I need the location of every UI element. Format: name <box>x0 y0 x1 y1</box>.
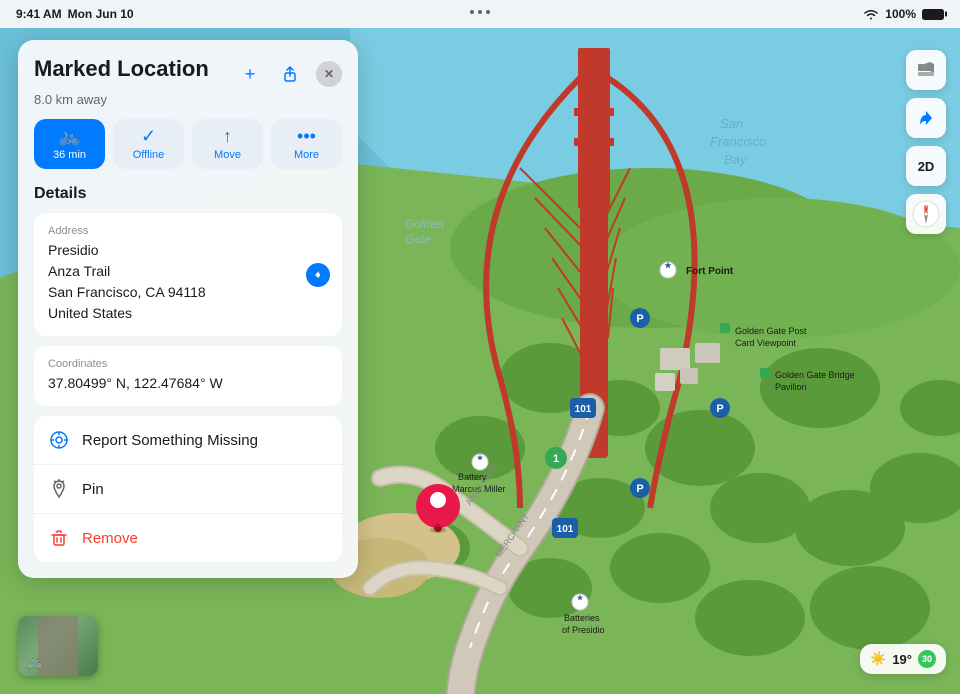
address-line1: Presidio <box>48 242 99 258</box>
panel-title: Marked Location <box>34 56 209 82</box>
report-icon <box>48 429 70 451</box>
remove-label: Remove <box>82 530 138 547</box>
panel-header-icons: + ✕ <box>236 60 342 88</box>
map-type-button[interactable] <box>906 50 946 90</box>
share-button[interactable] <box>276 60 304 88</box>
svg-text:Bay: Bay <box>724 152 748 167</box>
battery-icon <box>922 9 944 20</box>
svg-text:San: San <box>720 116 743 131</box>
panel-subtitle: 8.0 km away <box>34 92 342 107</box>
move-label: Move <box>214 149 241 161</box>
svg-text:Golden: Golden <box>405 217 444 231</box>
map-controls: 2D N <box>906 50 946 234</box>
close-button[interactable]: ✕ <box>316 61 342 87</box>
svg-text:Card Viewpoint: Card Viewpoint <box>735 338 796 348</box>
pin-item[interactable]: Pin <box>34 465 342 514</box>
address-label: Address <box>48 225 328 237</box>
add-button[interactable]: + <box>236 60 264 88</box>
weather-temp: 19° <box>892 652 912 667</box>
weather-icon: ☀️ <box>870 651 886 667</box>
svg-text:Fort Point: Fort Point <box>686 266 734 277</box>
offline-button[interactable]: ✓ Offline <box>113 119 184 169</box>
move-button[interactable]: ↑ Move <box>192 119 263 169</box>
address-line2: Anza Trail <box>48 263 110 279</box>
details-heading: Details <box>34 185 342 203</box>
address-card: Address Presidio Anza Trail San Francisc… <box>34 213 342 336</box>
panel-header: Marked Location + ✕ <box>34 56 342 88</box>
svg-text:P: P <box>636 483 643 495</box>
compass-button[interactable]: N <box>906 194 946 234</box>
report-missing-item[interactable]: Report Something Missing <box>34 416 342 465</box>
status-left: 9:41 AM Mon Jun 10 <box>16 7 134 21</box>
location-panel: Marked Location + ✕ 8.0 km away 🚲 36 min… <box>18 40 358 578</box>
svg-text:101: 101 <box>575 404 592 415</box>
address-line3: San Francisco, CA 94118 <box>48 284 206 300</box>
status-date: Mon Jun 10 <box>68 7 134 21</box>
address-value: Presidio Anza Trail San Francisco, CA 94… <box>48 240 328 324</box>
action-buttons: 🚲 36 min ✓ Offline ↑ Move ••• More <box>34 119 342 169</box>
address-nav-icon[interactable] <box>306 263 330 287</box>
pin-icon <box>48 478 70 500</box>
more-icon: ••• <box>297 127 316 145</box>
svg-text:1: 1 <box>553 453 559 465</box>
coordinates-label: Coordinates <box>48 358 328 370</box>
status-bar: 9:41 AM Mon Jun 10 100% <box>0 0 960 28</box>
aqi-value: 30 <box>922 654 932 664</box>
panel-title-area: Marked Location <box>34 56 209 82</box>
photo-thumbnail[interactable]: 🚲 <box>18 616 98 676</box>
svg-text:P: P <box>716 403 723 415</box>
report-missing-label: Report Something Missing <box>82 432 258 449</box>
aqi-badge: 30 <box>918 650 936 668</box>
more-label: More <box>294 149 319 161</box>
menu-items: Report Something Missing Pin <box>34 416 342 562</box>
svg-text:N: N <box>924 206 928 212</box>
view-2d-button[interactable]: 2D <box>906 146 946 186</box>
svg-text:Golden Gate Post: Golden Gate Post <box>735 326 807 336</box>
more-button[interactable]: ••• More <box>271 119 342 169</box>
address-line4: United States <box>48 305 132 321</box>
remove-item[interactable]: Remove <box>34 514 342 562</box>
status-time: 9:41 AM <box>16 7 62 21</box>
svg-text:Golden Gate Bridge: Golden Gate Bridge <box>775 370 855 380</box>
svg-text:★: ★ <box>664 261 672 270</box>
svg-text:★: ★ <box>477 454 484 462</box>
pin-label: Pin <box>82 481 104 498</box>
battery-percent: 100% <box>885 7 916 21</box>
cycling-time: 36 min <box>53 149 86 161</box>
svg-text:Francisco: Francisco <box>710 134 766 149</box>
remove-icon <box>48 527 70 549</box>
svg-text:101: 101 <box>557 524 574 535</box>
offline-label: Offline <box>133 149 165 161</box>
status-right: 100% <box>863 7 944 21</box>
svg-text:★: ★ <box>577 594 584 602</box>
status-dots-indicator <box>470 10 490 14</box>
cycling-directions-button[interactable]: 🚲 36 min <box>34 119 105 169</box>
svg-text:Gate: Gate <box>405 232 431 246</box>
svg-text:P: P <box>636 313 643 325</box>
wifi-icon <box>863 8 879 20</box>
weather-badge: ☀️ 19° 30 <box>860 644 946 674</box>
svg-text:Pavilion: Pavilion <box>775 382 807 392</box>
move-icon: ↑ <box>223 127 232 145</box>
directions-button[interactable] <box>906 98 946 138</box>
offline-icon: ✓ <box>141 127 156 145</box>
svg-text:Batteries: Batteries <box>564 613 600 623</box>
thumb-bike-icon: 🚲 <box>26 653 43 670</box>
coordinates-value: 37.80499° N, 122.47684° W <box>48 373 328 394</box>
cycling-icon: 🚲 <box>58 127 80 145</box>
svg-text:of Presidio: of Presidio <box>562 625 605 635</box>
coordinates-card: Coordinates 37.80499° N, 122.47684° W <box>34 346 342 406</box>
